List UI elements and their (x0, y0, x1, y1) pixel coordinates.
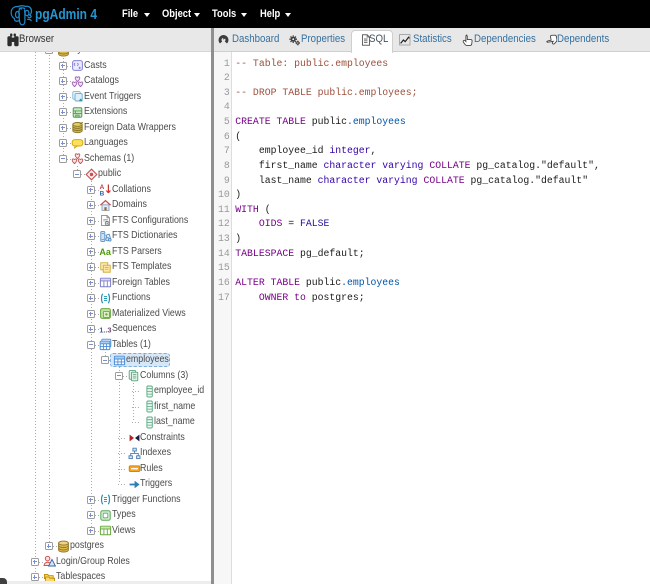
svg-text:B: B (100, 191, 105, 196)
svg-text:1..3: 1..3 (99, 325, 111, 334)
svg-text:Aa: Aa (99, 247, 111, 257)
